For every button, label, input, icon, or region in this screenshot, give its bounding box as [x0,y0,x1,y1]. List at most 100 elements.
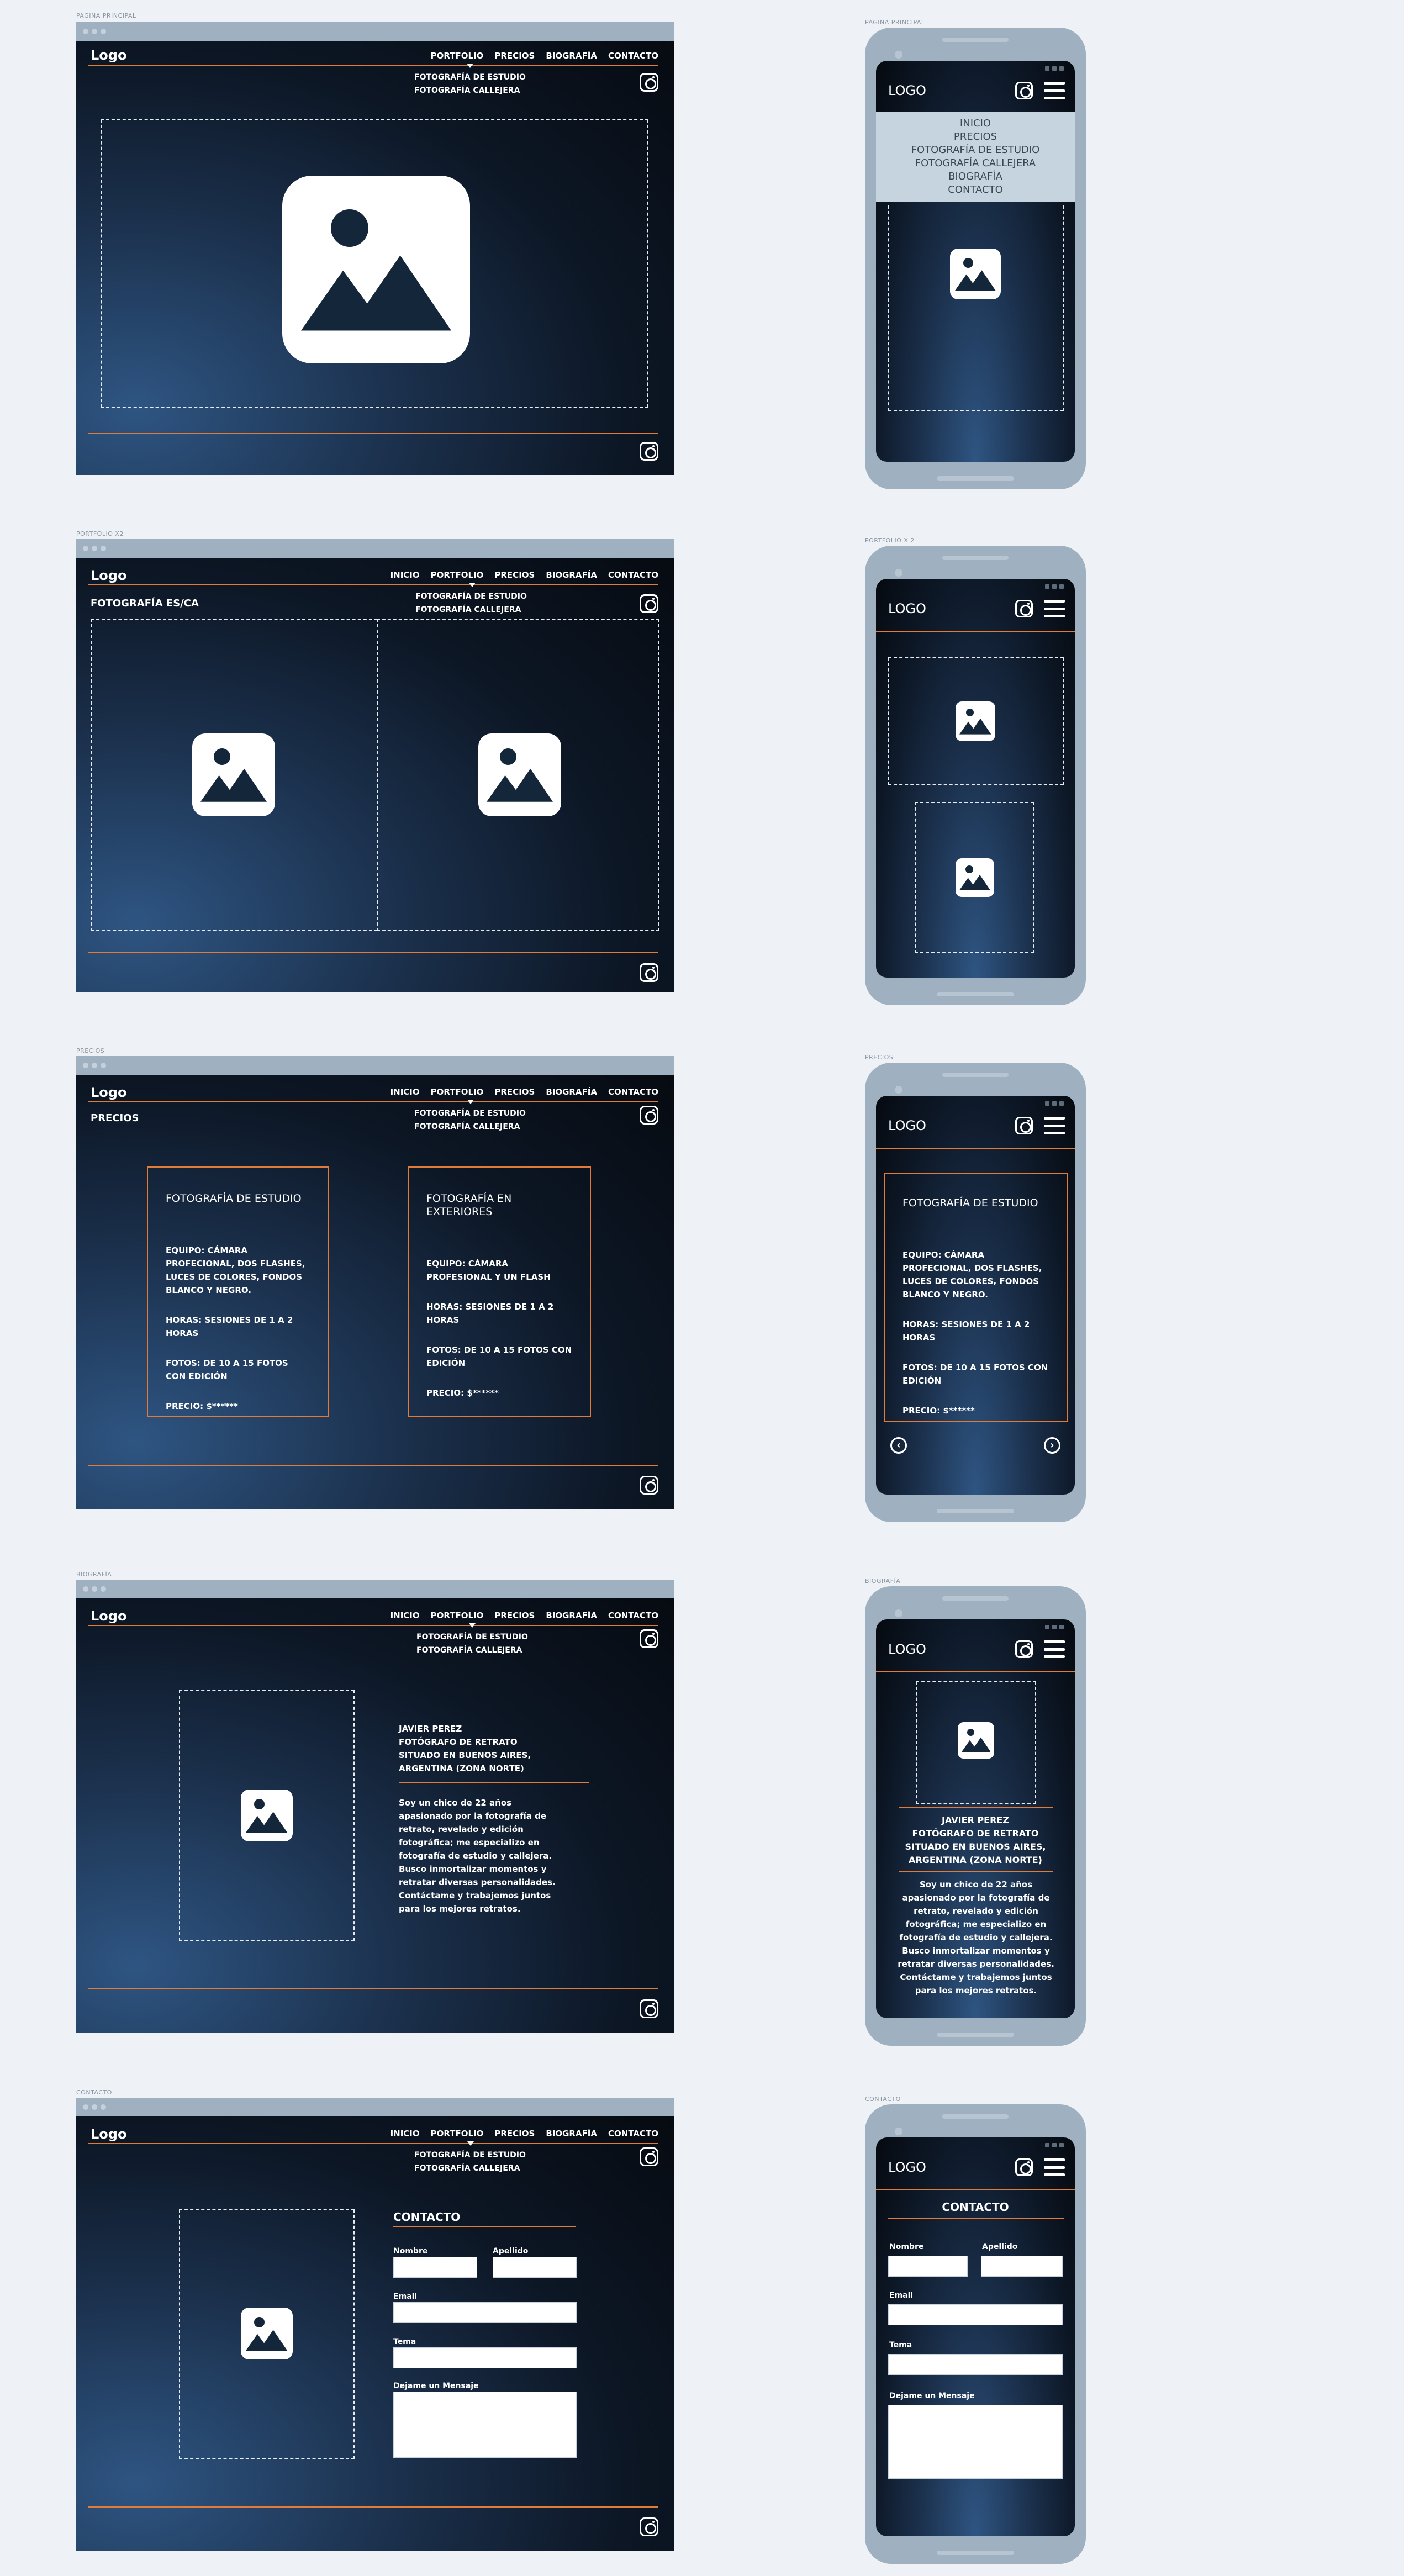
nav-precios[interactable]: PRECIOS [494,570,535,580]
nav-inicio[interactable]: INICIO [390,570,420,580]
logo[interactable]: Logo [91,1085,126,1100]
tema-input[interactable] [888,2354,1063,2375]
nav-portfolio[interactable]: PORTFOLIO [431,51,484,61]
logo[interactable]: LOGO [888,601,926,616]
mobile-menu-item[interactable]: FOTOGRAFÍA CALLEJERA [876,157,1075,170]
instagram-icon[interactable] [1015,82,1033,99]
nav-portfolio[interactable]: PORTFOLIO [431,2129,484,2139]
price-value: PRECIO: $****** [902,1406,975,1416]
nav-inicio[interactable]: INICIO [390,1611,420,1620]
nav-biografia[interactable]: BIOGRAFÍA [546,570,597,580]
tema-input[interactable] [393,2347,577,2368]
submenu-callejera[interactable]: FOTOGRAFÍA CALLEJERA [415,603,527,616]
bio-location-1: SITUADO EN BUENOS AIRES, [905,1841,1046,1852]
price-equipment: EQUIPO: CÁMARA PROFECIONAL, DOS FLASHES,… [166,1245,305,1295]
logo[interactable]: LOGO [888,2160,926,2175]
nav-contacto[interactable]: CONTACTO [608,51,658,61]
submenu-callejera[interactable]: FOTOGRAFÍA CALLEJERA [414,1120,526,1133]
instagram-icon[interactable] [1015,1640,1033,1658]
instagram-icon[interactable] [640,2147,658,2166]
submenu-estudio[interactable]: FOTOGRAFÍA DE ESTUDIO [415,590,527,603]
instagram-icon[interactable] [640,73,658,92]
apellido-input[interactable] [981,2256,1063,2277]
logo[interactable]: LOGO [888,1641,926,1657]
mensaje-textarea[interactable] [393,2392,577,2458]
prev-arrow-icon[interactable]: ‹ [890,1437,907,1454]
main-nav: INICIO PORTFOLIO PRECIOS BIOGRAFÍA CONTA… [390,570,658,580]
instagram-icon[interactable] [1015,2158,1033,2176]
logo[interactable]: Logo [91,2126,126,2142]
frame-caption-m-portfolio: PORTFOLIO X 2 [865,537,915,544]
instagram-icon-footer[interactable] [640,442,658,461]
submenu-estudio[interactable]: FOTOGRAFÍA DE ESTUDIO [414,71,526,84]
nav-portfolio[interactable]: PORTFOLIO [431,570,484,580]
instagram-icon-footer[interactable] [640,1999,658,2018]
bio-divider-2 [899,1871,1053,1872]
mobile-menu-item[interactable]: BIOGRAFÍA [876,170,1075,183]
header-divider [88,1101,658,1102]
image-placeholder-icon [956,701,995,741]
nav-biografia[interactable]: BIOGRAFÍA [546,1611,597,1620]
logo[interactable]: Logo [91,47,126,63]
mobile-menu-item[interactable]: CONTACTO [876,183,1075,197]
image-placeholder-icon [950,249,1001,299]
hamburger-menu-icon[interactable] [1044,600,1065,617]
nav-portfolio[interactable]: PORTFOLIO [431,1087,484,1097]
mobile-prices-frame: LOGO FOTOGRAFÍA DE ESTUDIO EQUIPO: CÁMAR… [865,1063,1086,1522]
nav-precios[interactable]: PRECIOS [494,1611,535,1620]
logo[interactable]: Logo [91,568,126,583]
nav-inicio[interactable]: INICIO [390,1087,420,1097]
mobile-menu-item[interactable]: INICIO [876,117,1075,130]
nav-biografia[interactable]: BIOGRAFÍA [546,2129,597,2139]
logo[interactable]: LOGO [888,1118,926,1133]
next-arrow-icon[interactable]: › [1044,1437,1060,1454]
logo[interactable]: LOGO [888,83,926,98]
nombre-input[interactable] [888,2256,968,2277]
email-input[interactable] [888,2304,1063,2325]
instagram-icon[interactable] [1015,600,1033,617]
submenu-callejera[interactable]: FOTOGRAFÍA CALLEJERA [414,84,526,97]
instagram-icon[interactable] [640,1629,658,1648]
instagram-icon[interactable] [640,1106,658,1125]
nav-portfolio[interactable]: PORTFOLIO [431,1611,484,1620]
submenu-estudio[interactable]: FOTOGRAFÍA DE ESTUDIO [416,1630,528,1644]
nav-precios[interactable]: PRECIOS [494,1087,535,1097]
nav-contacto[interactable]: CONTACTO [608,2129,658,2139]
header-divider [88,2143,658,2144]
nav-inicio[interactable]: INICIO [390,2129,420,2139]
instagram-icon[interactable] [1015,1117,1033,1134]
instagram-icon-footer[interactable] [640,963,658,982]
contact-divider [393,2226,576,2227]
nav-contacto[interactable]: CONTACTO [608,1087,658,1097]
nombre-input[interactable] [393,2257,477,2278]
instagram-icon-footer[interactable] [640,2517,658,2536]
logo[interactable]: Logo [91,1608,126,1624]
submenu-estudio[interactable]: FOTOGRAFÍA DE ESTUDIO [414,1107,526,1120]
apellido-input[interactable] [493,2257,577,2278]
instagram-icon[interactable] [640,594,658,613]
hamburger-menu-icon[interactable] [1044,1117,1065,1134]
footer-divider [88,952,658,953]
nav-precios[interactable]: PRECIOS [494,2129,535,2139]
submenu-callejera[interactable]: FOTOGRAFÍA CALLEJERA [416,1644,528,1657]
submenu-callejera[interactable]: FOTOGRAFÍA CALLEJERA [414,2162,526,2175]
label-email: Email [889,2291,914,2300]
mensaje-textarea[interactable] [888,2405,1063,2479]
mobile-screen: LOGO FOTOGRAFÍA DE ESTUDIO EQUIPO: CÁMAR… [876,1096,1075,1495]
hamburger-menu-icon[interactable] [1044,2158,1065,2176]
hamburger-menu-icon[interactable] [1044,1640,1065,1658]
nav-contacto[interactable]: CONTACTO [608,1611,658,1620]
contact-divider [888,2218,1064,2219]
email-input[interactable] [393,2302,577,2323]
submenu-estudio[interactable]: FOTOGRAFÍA DE ESTUDIO [414,2149,526,2162]
nav-contacto[interactable]: CONTACTO [608,570,658,580]
mobile-menu-item[interactable]: PRECIOS [876,130,1075,144]
hamburger-menu-icon[interactable] [1044,82,1065,99]
label-mensaje: Dejame un Mensaje [889,2392,975,2400]
nav-precios[interactable]: PRECIOS [494,51,535,61]
instagram-icon-footer[interactable] [640,1476,658,1495]
nav-biografia[interactable]: BIOGRAFÍA [546,1087,597,1097]
mobile-menu-item[interactable]: FOTOGRAFÍA DE ESTUDIO [876,144,1075,157]
nav-biografia[interactable]: BIOGRAFÍA [546,51,597,61]
image-placeholder-icon [956,858,994,897]
